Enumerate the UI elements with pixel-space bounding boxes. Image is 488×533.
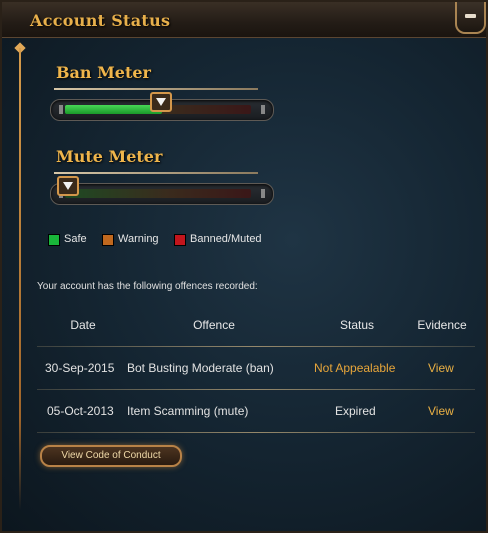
- offences-intro-text: Your account has the following offences …: [37, 281, 258, 292]
- warning-swatch-icon: [102, 234, 114, 246]
- meter-cap: [261, 189, 265, 198]
- meter-cap: [59, 105, 63, 114]
- column-header-status: Status: [339, 318, 375, 332]
- column-header-evidence: Evidence: [417, 318, 467, 332]
- panel-header: Account Status: [2, 2, 486, 38]
- view-evidence-link[interactable]: View: [428, 404, 454, 418]
- legend-label: Safe: [64, 233, 87, 245]
- view-evidence-link[interactable]: View: [428, 361, 454, 375]
- offence-date: 05-Oct-2013: [47, 404, 114, 418]
- mute-meter-label: Mute Meter: [56, 147, 163, 166]
- panel-title: Account Status: [30, 11, 171, 30]
- legend-label: Warning: [118, 233, 159, 245]
- ban-meter-rule: [54, 88, 258, 90]
- row-divider: [37, 432, 475, 433]
- banned-swatch-icon: [174, 234, 186, 246]
- mute-meter-track: [50, 183, 274, 205]
- safe-swatch-icon: [48, 234, 60, 246]
- minus-icon: [465, 14, 476, 18]
- column-header-offence: Offence: [193, 318, 235, 332]
- mute-meter-bar: [65, 189, 251, 198]
- offence-date: 30-Sep-2015: [45, 361, 115, 375]
- legend-label: Banned/Muted: [190, 233, 262, 245]
- mute-meter-marker-icon: [57, 176, 79, 196]
- ban-meter-label: Ban Meter: [56, 63, 151, 82]
- column-header-date: Date: [70, 318, 96, 332]
- view-code-of-conduct-button[interactable]: View Code of Conduct: [40, 445, 182, 467]
- row-divider: [37, 389, 475, 390]
- offence-status: Expired: [335, 404, 376, 418]
- collapse-button[interactable]: [455, 2, 486, 34]
- vertical-divider: [19, 48, 21, 510]
- row-divider: [37, 346, 475, 347]
- offence-name: Bot Busting Moderate (ban): [127, 361, 274, 375]
- account-status-panel: Account Status Ban Meter Mute Meter Safe: [0, 0, 488, 533]
- meter-cap: [261, 105, 265, 114]
- ban-meter-fill: [65, 105, 162, 114]
- offence-status: Not Appealable: [314, 361, 396, 375]
- offence-name: Item Scamming (mute): [127, 404, 249, 418]
- ban-meter-marker-icon: [149, 92, 172, 112]
- mute-meter-rule: [54, 172, 258, 174]
